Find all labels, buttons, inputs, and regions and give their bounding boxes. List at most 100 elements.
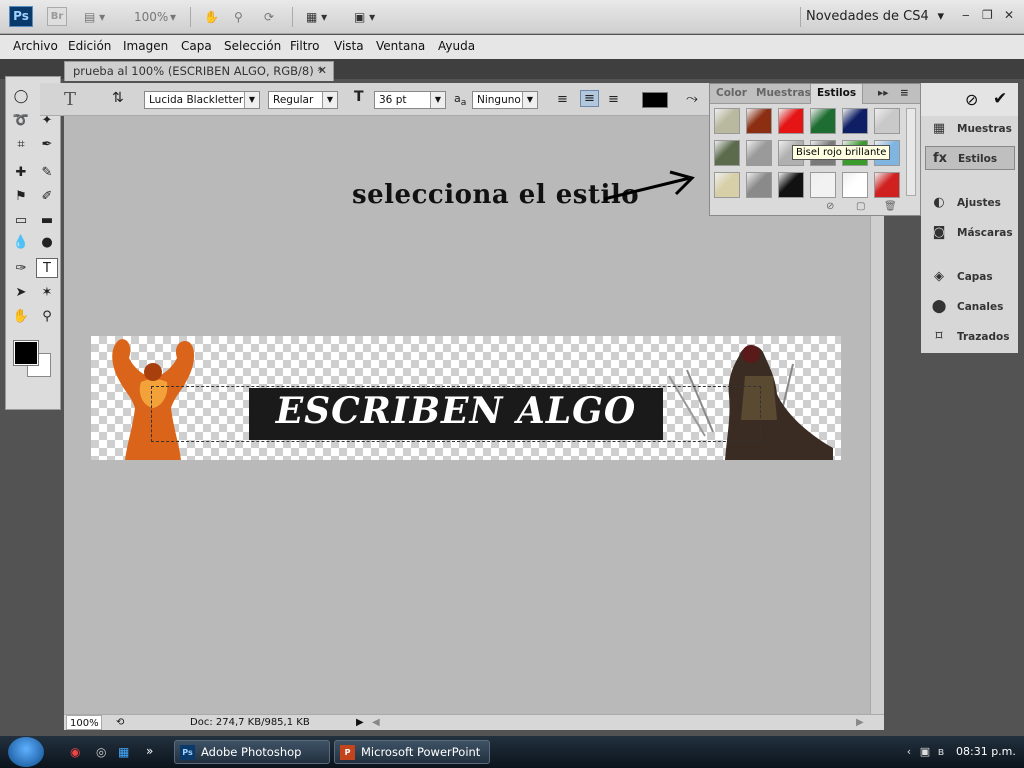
font-style-select[interactable]: Regular ▼: [268, 91, 338, 109]
font-family-select[interactable]: Lucida Blackletter ▼: [144, 91, 260, 109]
close-button[interactable]: ✕: [1004, 8, 1014, 22]
commit-check-icon[interactable]: ✔: [993, 89, 1007, 109]
pen-tool-icon[interactable]: ✑: [10, 259, 32, 279]
antialias-select[interactable]: Ninguno ▼: [472, 91, 538, 109]
tray-expand-icon[interactable]: ‹: [902, 745, 916, 759]
style-swatch[interactable]: [746, 140, 772, 166]
app-icon[interactable]: ▦: [118, 745, 129, 759]
align-center-icon[interactable]: ≡: [580, 90, 599, 107]
zoom-icon[interactable]: ⚲: [234, 7, 243, 27]
style-swatch[interactable]: [810, 108, 836, 134]
gradient-tool-icon[interactable]: ▬: [36, 211, 58, 231]
style-swatch[interactable]: [714, 108, 740, 134]
browser-icon[interactable]: ◉: [70, 745, 80, 759]
style-swatch[interactable]: [874, 108, 900, 134]
foreground-color-swatch[interactable]: [13, 340, 39, 366]
status-menu-arrow-icon[interactable]: ▶: [356, 715, 364, 730]
menu-archivo[interactable]: Archivo: [13, 39, 58, 53]
panel-menu-icon[interactable]: ≡: [900, 87, 909, 99]
style-swatch[interactable]: [778, 108, 804, 134]
zoom-level-select[interactable]: 100%: [134, 7, 168, 27]
scroll-left-icon[interactable]: ◀: [372, 715, 380, 730]
align-right-icon[interactable]: ≡: [608, 92, 619, 107]
scroll-right-icon[interactable]: ▶: [856, 715, 864, 730]
banner-image[interactable]: ESCRIBEN ALGO: [91, 336, 841, 460]
network-icon[interactable]: ▣: [918, 745, 932, 759]
trash-icon[interactable]: 🗑: [884, 201, 897, 212]
eraser-tool-icon[interactable]: ▭: [10, 211, 32, 231]
media-icon[interactable]: ◎: [96, 745, 106, 759]
menu-imagen[interactable]: Imagen: [123, 39, 168, 53]
text-orientation-icon[interactable]: ⇅: [112, 90, 124, 106]
close-icon[interactable]: ✕: [318, 62, 327, 80]
style-swatch[interactable]: [714, 140, 740, 166]
style-swatch[interactable]: [778, 172, 804, 198]
menu-vista[interactable]: Vista: [334, 39, 364, 53]
eyedropper-tool-icon[interactable]: ✒: [36, 135, 58, 155]
collapse-arrows-icon[interactable]: ▸▸: [878, 87, 889, 99]
shape-tool-icon[interactable]: ✶: [36, 283, 58, 303]
dock-trazados[interactable]: ⌑ Trazados: [925, 325, 1015, 349]
blur-tool-icon[interactable]: 💧: [10, 233, 32, 253]
menu-capa[interactable]: Capa: [181, 39, 212, 53]
style-swatch[interactable]: [746, 172, 772, 198]
dock-ajustes[interactable]: ◐ Ajustes: [925, 191, 1015, 215]
dock-capas[interactable]: ◈ Capas: [925, 265, 1015, 289]
start-button[interactable]: [8, 737, 44, 767]
history-brush-tool-icon[interactable]: ✐: [36, 187, 58, 207]
style-swatch[interactable]: [842, 108, 868, 134]
dock-canales[interactable]: ⬤ Canales: [925, 295, 1015, 319]
document-tab[interactable]: prueba al 100% (ESCRIBEN ALGO, RGB/8) * …: [64, 61, 334, 81]
restore-button[interactable]: ❐: [982, 8, 993, 22]
zoom-field[interactable]: 100%: [66, 715, 102, 730]
style-swatch[interactable]: [746, 108, 772, 134]
type-tool-preset-icon[interactable]: T: [64, 89, 76, 110]
tab-estilos[interactable]: Estilos: [810, 84, 864, 104]
align-left-icon[interactable]: ≡: [557, 92, 568, 107]
path-selection-tool-icon[interactable]: ➤: [10, 283, 32, 303]
screen-mode-icon[interactable]: ▣ ▾: [354, 7, 375, 27]
hand-tool-icon[interactable]: ✋: [10, 307, 32, 327]
marquee-tool-icon[interactable]: ◯: [10, 87, 32, 107]
tab-muestras[interactable]: Muestras: [756, 87, 811, 99]
taskbar-powerpoint[interactable]: P Microsoft PowerPoint -...: [334, 740, 490, 768]
brush-tool-icon[interactable]: ✎: [36, 163, 58, 183]
hand-icon[interactable]: ✋: [204, 7, 219, 27]
transform-bounding-box[interactable]: [151, 386, 761, 442]
minimize-button[interactable]: ‒: [962, 8, 970, 22]
style-swatch[interactable]: [874, 172, 900, 198]
type-tool-icon[interactable]: T: [36, 258, 58, 278]
arrange-documents-icon[interactable]: ▦ ▾: [306, 7, 327, 27]
rotate-view-icon[interactable]: ⟳: [264, 7, 274, 27]
bridge-button[interactable]: Br: [47, 7, 67, 26]
menu-filtro[interactable]: Filtro: [290, 39, 319, 53]
menu-edicion[interactable]: Edición: [68, 39, 111, 53]
text-color-swatch[interactable]: [642, 92, 668, 108]
tab-color[interactable]: Color: [716, 87, 747, 99]
dock-mascaras[interactable]: ◙ Máscaras: [925, 221, 1015, 245]
workspace-select[interactable]: Novedades de CS4 ▾: [806, 7, 948, 27]
cancel-icon[interactable]: ⊘: [965, 90, 978, 109]
taskbar-photoshop[interactable]: Ps Adobe Photoshop CS4...: [174, 740, 330, 768]
lasso-tool-icon[interactable]: ➰: [10, 111, 32, 131]
dodge-tool-icon[interactable]: ●: [36, 233, 58, 253]
style-swatch[interactable]: [842, 172, 868, 198]
bluetooth-icon[interactable]: ʙ: [934, 745, 948, 759]
dock-muestras[interactable]: ▦ Muestras: [925, 117, 1015, 141]
zoom-tool-icon[interactable]: ⚲: [36, 307, 58, 327]
clear-style-icon[interactable]: ⊘: [826, 201, 834, 212]
healing-brush-tool-icon[interactable]: ✚: [10, 163, 32, 183]
clone-stamp-tool-icon[interactable]: ⚑: [10, 187, 32, 207]
menu-ventana[interactable]: Ventana: [376, 39, 425, 53]
style-swatch[interactable]: [810, 172, 836, 198]
film-icon[interactable]: ▤ ▾: [84, 7, 105, 27]
style-swatch[interactable]: [714, 172, 740, 198]
status-icon[interactable]: ⟲: [116, 715, 124, 730]
warp-text-icon[interactable]: ⤳: [686, 89, 698, 107]
menu-ayuda[interactable]: Ayuda: [438, 39, 475, 53]
menu-seleccion[interactable]: Selección: [224, 39, 281, 53]
styles-scrollbar[interactable]: [906, 108, 916, 196]
dock-estilos[interactable]: fx Estilos: [925, 146, 1015, 170]
crop-tool-icon[interactable]: ⌗: [10, 135, 32, 155]
font-size-select[interactable]: 36 pt ▼: [374, 91, 446, 109]
